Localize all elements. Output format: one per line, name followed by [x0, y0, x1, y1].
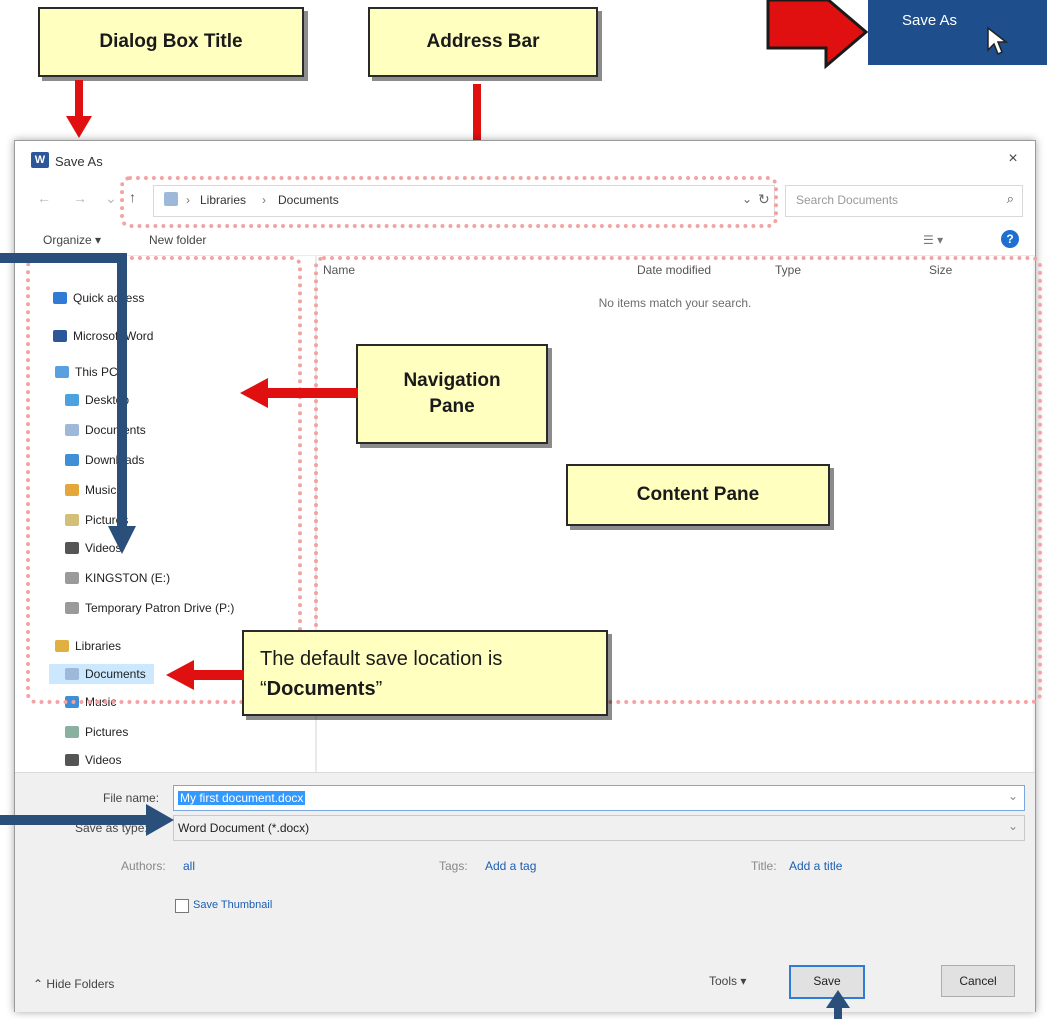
- chevron-up-icon: ⌃: [33, 977, 44, 991]
- dialog-box-title-callout: Dialog Box Title: [38, 7, 304, 77]
- mouse-pointer-icon: [987, 26, 1009, 56]
- new-folder-button[interactable]: New folder: [149, 233, 206, 247]
- pictures-library-icon: [65, 726, 79, 738]
- chevron-down-icon[interactable]: ⌄: [1008, 819, 1018, 833]
- dialog-title-bar: W Save As ×: [15, 141, 1035, 177]
- search-input[interactable]: Search Documents ⌕: [785, 185, 1023, 217]
- nav-item-label: Videos: [85, 753, 122, 767]
- down-arrow-icon: [66, 80, 92, 138]
- view-options-icon[interactable]: ☰ ▾: [923, 233, 943, 247]
- left-arrow-icon: [166, 660, 244, 690]
- nav-item[interactable]: Pictures: [15, 722, 136, 742]
- search-icon[interactable]: ⌕: [1007, 191, 1014, 207]
- toolbar: Organize ▾ New folder ☰ ▾ ?: [15, 225, 1035, 256]
- address-bar-highlight: [120, 176, 778, 228]
- help-icon[interactable]: ?: [1001, 230, 1019, 248]
- thumbnail-checkbox[interactable]: [175, 899, 189, 913]
- left-arrow-icon: [240, 378, 358, 408]
- title-input[interactable]: Add a title: [789, 859, 842, 873]
- forward-arrow-icon[interactable]: →: [73, 190, 87, 206]
- organize-button[interactable]: Organize ▾: [43, 233, 101, 247]
- nav-item-label: Pictures: [85, 725, 129, 739]
- tags-input[interactable]: Add a tag: [485, 859, 536, 873]
- authors-label: Authors:: [121, 859, 166, 873]
- cancel-button[interactable]: Cancel: [941, 965, 1015, 997]
- file-name-input[interactable]: My first document.docx ⌄: [173, 785, 1025, 811]
- save-thumbnail-label[interactable]: Save Thumbnail: [193, 899, 272, 911]
- dialog-title: Save As: [55, 154, 103, 169]
- right-arrow-icon: [0, 804, 174, 836]
- hide-folders-button[interactable]: ⌃ Hide Folders: [33, 977, 114, 991]
- address-bar-callout: Address Bar: [368, 7, 598, 77]
- back-arrow-icon[interactable]: ←: [37, 190, 51, 206]
- chevron-down-icon[interactable]: ⌄: [1008, 789, 1018, 803]
- default-location-callout: The default save location is “Documents”: [242, 630, 608, 716]
- content-pane-callout: Content Pane: [566, 464, 830, 526]
- save-as-menu-label: Save As: [902, 12, 958, 29]
- nav-item[interactable]: Videos: [15, 750, 129, 770]
- close-button[interactable]: ×: [1003, 149, 1023, 169]
- pointer-arrow-icon: [766, 0, 869, 70]
- save-as-menu-item[interactable]: Save As: [868, 0, 1047, 65]
- bracket-arrow-icon: [0, 253, 136, 554]
- tags-label: Tags:: [439, 859, 468, 873]
- authors-value[interactable]: all: [183, 859, 195, 873]
- chevron-down-icon[interactable]: ⌄: [105, 190, 117, 207]
- title-label: Title:: [751, 859, 777, 873]
- navigation-pane-callout: Navigation Pane: [356, 344, 548, 444]
- save-as-type-select[interactable]: Word Document (*.docx) ⌄: [173, 815, 1025, 841]
- up-arrow-icon: [826, 990, 850, 1019]
- videos-library-icon: [65, 754, 79, 766]
- tools-menu[interactable]: Tools ▾: [709, 974, 746, 988]
- word-icon: W: [31, 152, 49, 168]
